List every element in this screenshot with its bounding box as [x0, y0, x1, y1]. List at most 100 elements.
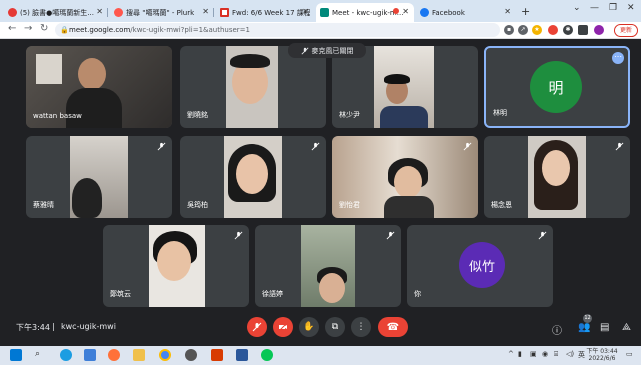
- hang-up-icon: ☎: [386, 321, 400, 333]
- chrome-icon[interactable]: [159, 349, 171, 361]
- tray-app-icon[interactable]: ▣: [530, 350, 537, 358]
- volume-icon[interactable]: ◁): [566, 350, 574, 358]
- activities-icon[interactable]: ⟁: [622, 322, 631, 333]
- participant-name: 楊念恩: [491, 201, 512, 209]
- maximize-icon[interactable]: ❐: [609, 3, 617, 13]
- participant-face: [394, 166, 422, 198]
- close-tab-icon[interactable]: ✕: [302, 7, 309, 16]
- tab-search-icon[interactable]: ⌄: [573, 3, 581, 13]
- participant-tile[interactable]: 鄭筑云: [103, 225, 249, 307]
- participant-tile[interactable]: 劉怡君: [332, 136, 478, 218]
- mic-toggle-button[interactable]: [247, 317, 267, 337]
- participant-tile[interactable]: 蔡雅晴: [26, 136, 172, 218]
- camera-off-icon: [278, 322, 288, 332]
- camera-icon[interactable]: ▪: [504, 25, 514, 35]
- mic-off-icon: [301, 47, 308, 54]
- address-bar: ← → ↻ 🔒 meet.google.com/kwc-ugik-mwi?pli…: [0, 22, 641, 39]
- extension-color-icon[interactable]: [548, 25, 558, 35]
- url-input[interactable]: 🔒 meet.google.com/kwc-ugik-mwi?pli=1&aut…: [55, 23, 500, 37]
- mic-off-icon: [538, 231, 547, 240]
- extensions-puzzle-icon[interactable]: ✱: [563, 25, 573, 35]
- tab-gmail[interactable]: Fwd: 6/6 Week 17 課程... ✕: [216, 3, 314, 22]
- tab-plurk[interactable]: 搜尋 "噶瑪蘭" - Plurk ✕: [110, 3, 214, 22]
- ime-icon[interactable]: 英: [578, 350, 585, 360]
- participant-name: 你: [414, 290, 421, 298]
- participant-face: [78, 58, 106, 90]
- update-button[interactable]: 更新: [614, 24, 639, 37]
- windows-taskbar: ⌕ ^ ▮ ▣ ◉ ⌸ ◁) 英 下午 03:44 2022/6/6 ▭: [0, 346, 641, 365]
- forward-icon[interactable]: →: [24, 23, 32, 34]
- tab-meet[interactable]: Meet - kwc-ugik-m... ✕: [316, 3, 414, 22]
- participant-hair: [384, 74, 410, 84]
- file-explorer-icon[interactable]: [133, 349, 145, 361]
- participant-name: 蔡雅晴: [33, 201, 54, 209]
- tab-title: (5) 臉書●噶瑪蘭新生...: [20, 8, 94, 17]
- close-tab-icon[interactable]: ✕: [96, 7, 103, 16]
- close-tab-icon[interactable]: ✕: [402, 7, 409, 16]
- participant-name: 林少尹: [339, 111, 360, 119]
- participant-tile[interactable]: 劉曉銘: [180, 46, 326, 128]
- participant-tile[interactable]: wattan basaw: [26, 46, 172, 128]
- new-tab-icon[interactable]: +: [521, 5, 530, 18]
- mail-icon[interactable]: [84, 349, 96, 361]
- line-icon[interactable]: [261, 349, 273, 361]
- profile-avatar[interactable]: [594, 25, 604, 35]
- participant-tile[interactable]: 似竹 你: [407, 225, 553, 307]
- lock-icon: 🔒: [60, 26, 69, 34]
- system-clock[interactable]: 下午 03:44 2022/6/6: [585, 348, 619, 362]
- firefox-icon[interactable]: [108, 349, 120, 361]
- meet-control-bar: 下午3:44 | kwc-ugik-mwi ✋ ⧉ ⋮ ☎ ⓘ 👥 12 ▤ ⟁: [0, 309, 641, 345]
- participant-avatar: 明: [530, 61, 582, 113]
- network-icon[interactable]: ⌸: [554, 350, 558, 359]
- word-icon[interactable]: [236, 349, 248, 361]
- back-icon[interactable]: ←: [8, 23, 16, 34]
- url-path: /kwc-ugik-mwi?pli=1&authuser=1: [130, 26, 251, 34]
- participant-tile[interactable]: 吳筠柏: [180, 136, 326, 218]
- mic-off-icon: [252, 322, 262, 332]
- more-options-icon[interactable]: ⋯: [612, 52, 624, 64]
- participant-tile[interactable]: 林少尹: [332, 46, 478, 128]
- obs-icon[interactable]: [185, 349, 197, 361]
- tray-chevron-icon[interactable]: ^: [508, 350, 514, 358]
- tray-app-icon[interactable]: ◉: [542, 350, 548, 358]
- hand-icon: ✋: [303, 322, 315, 332]
- notifications-icon[interactable]: ▭: [626, 350, 633, 358]
- sidebar-icon[interactable]: [578, 25, 588, 35]
- present-button[interactable]: ⧉: [325, 317, 345, 337]
- participant-video: [384, 196, 434, 218]
- edge-icon[interactable]: [60, 349, 72, 361]
- gmail-icon: [220, 8, 229, 17]
- close-window-icon[interactable]: ✕: [627, 3, 635, 13]
- tray-app-icon[interactable]: ▮: [518, 350, 522, 358]
- powerpoint-icon[interactable]: [211, 349, 223, 361]
- raise-hand-button[interactable]: ✋: [299, 317, 319, 337]
- tab-favicon-icon: [114, 8, 123, 17]
- info-icon[interactable]: ⓘ: [552, 322, 562, 337]
- toast-text: 麥克風已關閉: [311, 46, 354, 55]
- more-options-button[interactable]: ⋮: [351, 317, 371, 337]
- tab-title: 搜尋 "噶瑪蘭" - Plurk: [126, 8, 195, 17]
- tab-facebook-group[interactable]: (5) 臉書●噶瑪蘭新生... ✕: [4, 3, 108, 22]
- people-icon[interactable]: 👥: [578, 322, 590, 333]
- close-tab-icon[interactable]: ✕: [202, 7, 209, 16]
- participant-video: [36, 54, 62, 84]
- windows-start-icon[interactable]: [10, 349, 22, 361]
- tab-facebook[interactable]: Facebook ✕: [416, 3, 516, 22]
- participant-tile[interactable]: 楊念恩: [484, 136, 630, 218]
- share-icon[interactable]: ↗: [518, 25, 528, 35]
- search-icon[interactable]: ⌕: [35, 349, 40, 359]
- close-tab-icon[interactable]: ✕: [504, 7, 511, 16]
- participant-name: 劉曉銘: [187, 111, 208, 119]
- meet-stage: wattan basaw 劉曉銘 林少尹 明 ⋯ 林明 蔡雅晴 吳筠柏 劉怡君 …: [0, 39, 641, 346]
- mic-off-toast: 麥克風已關閉: [288, 43, 366, 58]
- reload-icon[interactable]: ↻: [40, 23, 48, 34]
- chat-icon[interactable]: ▤: [600, 322, 609, 333]
- minimize-icon[interactable]: —: [590, 3, 599, 13]
- bookmark-star-icon[interactable]: ★: [532, 25, 542, 35]
- camera-toggle-button[interactable]: [273, 317, 293, 337]
- participant-tile[interactable]: 徐語婷: [255, 225, 401, 307]
- participant-tile[interactable]: 明 ⋯ 林明: [484, 46, 630, 128]
- participant-name: 吳筠柏: [187, 201, 208, 209]
- leave-call-button[interactable]: ☎: [378, 317, 408, 337]
- separator: |: [52, 322, 55, 331]
